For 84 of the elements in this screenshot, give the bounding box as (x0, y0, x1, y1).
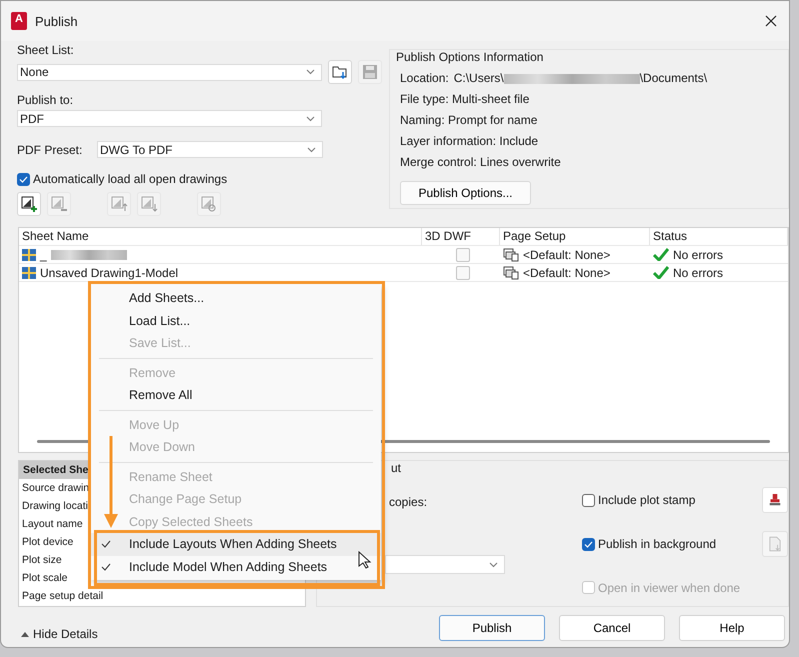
column-header[interactable]: Status (650, 228, 788, 245)
details-header: Selected She (23, 464, 88, 476)
copies-label: copies: (389, 495, 428, 509)
preview-button[interactable] (197, 192, 221, 216)
app-logo: A (11, 12, 27, 30)
move-up-button[interactable] (107, 192, 131, 216)
save-list-button[interactable] (358, 60, 382, 84)
sheet-name: Unsaved Drawing1-Model (40, 266, 178, 280)
dialog-button[interactable]: Help (679, 615, 785, 641)
dialog-button[interactable]: Publish (439, 615, 545, 641)
sheet-icon (110, 195, 128, 213)
chevron-icon (307, 146, 316, 152)
group-title: Publish Options Information (394, 50, 546, 64)
pdf-preset-label: PDF Preset: (17, 142, 84, 156)
sheet-icon (50, 195, 68, 213)
dwf-checkbox[interactable] (456, 266, 470, 280)
checkmark-icon (653, 266, 669, 279)
publish-to-dropdown[interactable]: PDF (17, 110, 322, 127)
close-icon[interactable] (765, 15, 777, 27)
menu-item[interactable]: Include Layouts When Adding Sheets (91, 533, 381, 556)
window-title: Publish (35, 14, 78, 28)
layout-icon (22, 266, 36, 280)
folder-icon (332, 64, 348, 80)
checkbox-label: Open in viewer when done (598, 580, 740, 595)
publish-options-button[interactable]: Publish Options... (400, 181, 531, 205)
detail-label: Plot size (22, 554, 62, 566)
column-header[interactable]: Page Setup (500, 228, 650, 245)
triangle-icon (21, 632, 29, 636)
auto-load-checkbox[interactable] (17, 172, 30, 186)
plot-stamp-button[interactable] (762, 487, 788, 514)
detail-label: Plot device (22, 536, 74, 548)
info-value: Include (499, 134, 538, 148)
chevron-icon (306, 69, 315, 75)
move-down-button[interactable] (137, 192, 161, 216)
dialog-button[interactable]: Cancel (559, 615, 665, 641)
checkbox[interactable] (582, 494, 595, 507)
chevron-icon (306, 116, 315, 122)
menu-item[interactable]: Include Model When Adding Sheets (91, 556, 381, 578)
info-label: Location: (400, 70, 449, 87)
detail-label: Page setup detail (22, 590, 104, 602)
page-setup-value: <Default: None> (523, 266, 610, 280)
column-header[interactable]: 3D DWF (422, 228, 500, 245)
mouse-cursor-icon (358, 551, 372, 569)
sheet-icon (200, 195, 218, 213)
chevron-icon (489, 562, 498, 568)
remove-sheet-button[interactable] (47, 192, 71, 216)
hide-details-link[interactable]: Hide Details (21, 627, 98, 641)
pdf-preset-dropdown[interactable]: DWG To PDF (97, 141, 323, 158)
info-value: Lines overwrite (480, 155, 561, 169)
info-value: \Documents\ (640, 70, 708, 87)
info-label: Merge control: (400, 155, 477, 169)
checkbox[interactable] (582, 538, 595, 551)
checkbox-label: Include plot stamp (598, 493, 696, 508)
page-setup-value: <Default: None> (523, 248, 610, 262)
group-title: ut (389, 461, 404, 475)
checkmark-icon (653, 248, 669, 261)
dropdown[interactable] (385, 555, 505, 574)
sheet-icon (140, 195, 158, 213)
column-header[interactable]: Sheet Name (19, 228, 422, 245)
sheet-list-dropdown[interactable]: None (17, 64, 322, 80)
info-value: C:\Users\ (454, 70, 504, 87)
publish-to-label: Publish to: (17, 93, 74, 107)
auto-load-label: Automatically load all open drawings (33, 172, 228, 186)
sheet-name: _ (40, 248, 47, 262)
info-label: File type: (400, 92, 449, 106)
detail-label: Layout name (22, 518, 83, 530)
info-value: Prompt for name (448, 113, 538, 127)
info-label: Naming: (400, 113, 445, 127)
detail-label: Source drawin (22, 482, 90, 494)
load-list-button[interactable] (328, 60, 352, 84)
info-value: Multi-sheet file (452, 92, 530, 106)
status-value: No errors (673, 248, 724, 262)
document-icon (769, 535, 781, 554)
checkbox-label: Publish in background (598, 537, 716, 552)
info-label: Layer information: (400, 134, 496, 148)
layout-icon (22, 248, 36, 262)
status-value: No errors (673, 266, 724, 280)
detail-label: Drawing locati (22, 500, 88, 512)
background-job-button[interactable] (762, 531, 788, 558)
sheet-icon (20, 195, 38, 213)
detail-label: Plot scale (22, 572, 68, 584)
add-sheet-button[interactable] (17, 192, 41, 216)
sheet-list-label: Sheet List: (17, 43, 75, 57)
dwf-checkbox[interactable] (456, 248, 470, 262)
